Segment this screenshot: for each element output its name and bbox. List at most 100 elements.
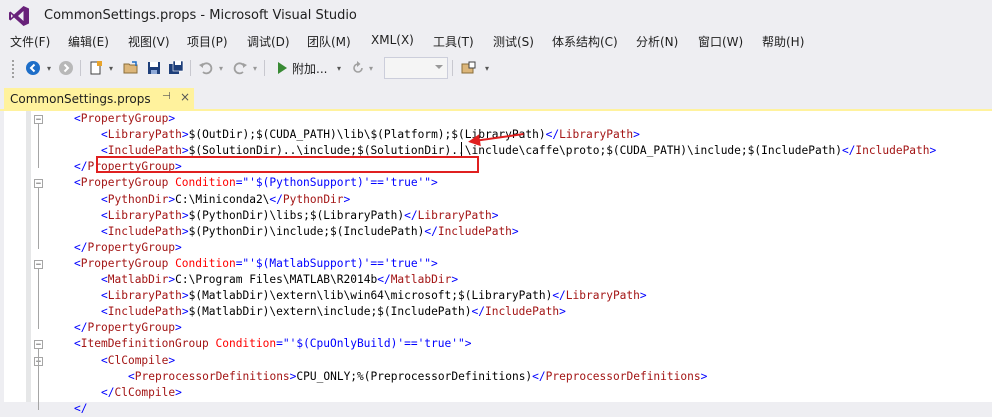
- code-line[interactable]: </: [74, 401, 87, 417]
- menu-debug[interactable]: 调试(D): [247, 33, 290, 50]
- code-token: >: [181, 289, 189, 303]
- code-line[interactable]: <ClCompile>: [101, 353, 175, 369]
- find-icon[interactable]: [458, 59, 480, 77]
- code-token: </: [424, 224, 438, 238]
- code-token: IncludePath: [437, 224, 512, 238]
- menu-edit[interactable]: 编辑(E): [68, 33, 109, 50]
- code-token: =": [235, 256, 250, 270]
- code-token: <: [101, 224, 108, 238]
- standard-toolbar: ▾ ▾ ▾ ▾ 附加... ▾ ▾ ▾: [0, 53, 992, 83]
- code-line[interactable]: <PropertyGroup>: [74, 111, 175, 127]
- code-token: C:\Miniconda2\: [175, 192, 270, 206]
- fold-guide: [38, 365, 39, 394]
- menu-team[interactable]: 团队(M): [307, 33, 351, 50]
- refresh-dropdown-icon[interactable]: ▾: [366, 59, 376, 77]
- code-line[interactable]: <PreprocessorDefinitions>CPU_ONLY;%(Prep…: [128, 369, 707, 385]
- forward-icon[interactable]: [56, 59, 76, 77]
- code-line[interactable]: </ClCompile>: [101, 385, 182, 401]
- back-dropdown-icon[interactable]: ▾: [44, 59, 54, 77]
- menu-help[interactable]: 帮助(H): [762, 33, 804, 50]
- code-line[interactable]: <IncludePath>$(MatlabDir)\extern\include…: [101, 304, 566, 320]
- code-token: >: [451, 273, 459, 286]
- redo-dropdown-icon[interactable]: ▾: [250, 59, 260, 77]
- fold-guide: [38, 188, 39, 249]
- code-token: </: [74, 401, 88, 415]
- refresh-icon[interactable]: [350, 59, 366, 77]
- code-line[interactable]: </PropertyGroup>: [74, 320, 182, 336]
- save-all-icon[interactable]: [166, 59, 186, 77]
- code-token: >: [181, 128, 189, 142]
- code-token: $(PythonDir)\libs;$(LibraryPath): [188, 208, 405, 222]
- new-project-icon[interactable]: [86, 59, 106, 77]
- tab-commonsettings-props[interactable]: CommonSettings.props ⊣ ×: [4, 88, 194, 109]
- save-icon[interactable]: [144, 59, 164, 77]
- code-token: </: [74, 240, 88, 254]
- code-token: >: [168, 112, 176, 125]
- code-token: ">: [424, 176, 438, 190]
- code-line[interactable]: </PropertyGroup>: [74, 240, 182, 256]
- code-token: >: [511, 224, 519, 238]
- code-editor[interactable]: <PropertyGroup> − <LibraryPath>$(OutDir);$…: [4, 111, 992, 415]
- collapse-icon[interactable]: −: [34, 179, 43, 189]
- code-token: </: [552, 289, 566, 303]
- collapse-icon[interactable]: −: [34, 115, 43, 125]
- code-token: <: [74, 176, 81, 190]
- code-token: '$(MatlabSupport)'=='true': [249, 256, 425, 270]
- code-token: <: [74, 337, 81, 351]
- start-icon[interactable]: [274, 59, 290, 77]
- code-line[interactable]: <LibraryPath>$(PythonDir)\libs;$(Library…: [101, 208, 498, 224]
- code-token: >: [639, 289, 647, 303]
- menu-project[interactable]: 项目(P): [187, 33, 228, 50]
- code-token: </: [532, 369, 546, 383]
- code-token: IncludePath: [107, 305, 182, 319]
- code-token: PropertyGroup: [80, 176, 169, 190]
- back-icon[interactable]: [22, 59, 44, 77]
- undo-icon[interactable]: [196, 59, 216, 77]
- code-token: >: [491, 208, 499, 222]
- code-line[interactable]: <ItemDefinitionGroup Condition="'$(CpuOn…: [74, 336, 471, 352]
- collapse-icon[interactable]: −: [34, 259, 43, 269]
- attach-dropdown-icon[interactable]: ▾: [334, 59, 344, 77]
- code-token: </: [269, 192, 283, 206]
- code-token: IncludePath: [484, 305, 560, 319]
- open-file-icon[interactable]: [120, 59, 142, 77]
- code-line[interactable]: <PythonDir>C:\Miniconda2\</PythonDir>: [101, 192, 350, 208]
- code-line[interactable]: <PropertyGroup Condition="'$(MatlabSuppo…: [74, 256, 438, 272]
- text-caret: [461, 142, 462, 156]
- code-line[interactable]: <MatlabDir>C:\Program Files\MATLAB\R2014…: [101, 272, 458, 288]
- new-project-dropdown-icon[interactable]: ▾: [106, 59, 116, 77]
- menu-architecture[interactable]: 体系结构(C): [552, 33, 618, 50]
- code-token: </: [471, 305, 485, 319]
- toolbar-options-icon[interactable]: ▾: [482, 59, 492, 77]
- attach-button[interactable]: 附加...: [292, 59, 334, 77]
- code-token: </: [74, 321, 88, 335]
- code-token: IncludePath: [107, 224, 182, 238]
- code-token: PythonDir: [282, 192, 344, 206]
- close-icon[interactable]: ×: [180, 90, 190, 104]
- menu-file[interactable]: 文件(F): [10, 33, 50, 50]
- fold-guide: [38, 268, 39, 330]
- menu-xml[interactable]: XML(X): [371, 33, 414, 47]
- undo-dropdown-icon[interactable]: ▾: [216, 59, 226, 77]
- collapse-icon[interactable]: −: [34, 340, 43, 350]
- code-token: >: [343, 192, 351, 206]
- menu-test[interactable]: 测试(S): [493, 33, 534, 50]
- pin-icon[interactable]: ⊣: [162, 91, 171, 102]
- code-line[interactable]: <LibraryPath>$(MatlabDir)\extern\lib\win…: [101, 288, 647, 304]
- code-token: >: [633, 128, 640, 142]
- code-line[interactable]: <LibraryPath>$(OutDir);$(CUDA_PATH)\lib\…: [101, 127, 640, 143]
- code-line[interactable]: <PropertyGroup Condition="'$(PythonSuppo…: [74, 175, 438, 191]
- code-line[interactable]: <IncludePath>$(PythonDir)\include;$(Incl…: [101, 224, 519, 240]
- menu-view[interactable]: 视图(V): [128, 33, 170, 50]
- tab-label: CommonSettings.props: [10, 91, 151, 106]
- menu-tools[interactable]: 工具(T): [433, 33, 474, 50]
- redo-icon[interactable]: [230, 59, 250, 77]
- code-token: '$(CpuOnlyBuild)'=='true': [289, 337, 458, 351]
- window-title: CommonSettings.props - Microsoft Visual …: [44, 8, 357, 23]
- toolbar-grip[interactable]: [11, 59, 15, 79]
- menu-window[interactable]: 窗口(W): [698, 33, 743, 50]
- code-token: PreprocessorDefinitions: [134, 369, 290, 383]
- menu-analyze[interactable]: 分析(N): [636, 33, 678, 50]
- solution-config-combo[interactable]: [384, 57, 448, 79]
- toolbar-separator: [452, 60, 453, 76]
